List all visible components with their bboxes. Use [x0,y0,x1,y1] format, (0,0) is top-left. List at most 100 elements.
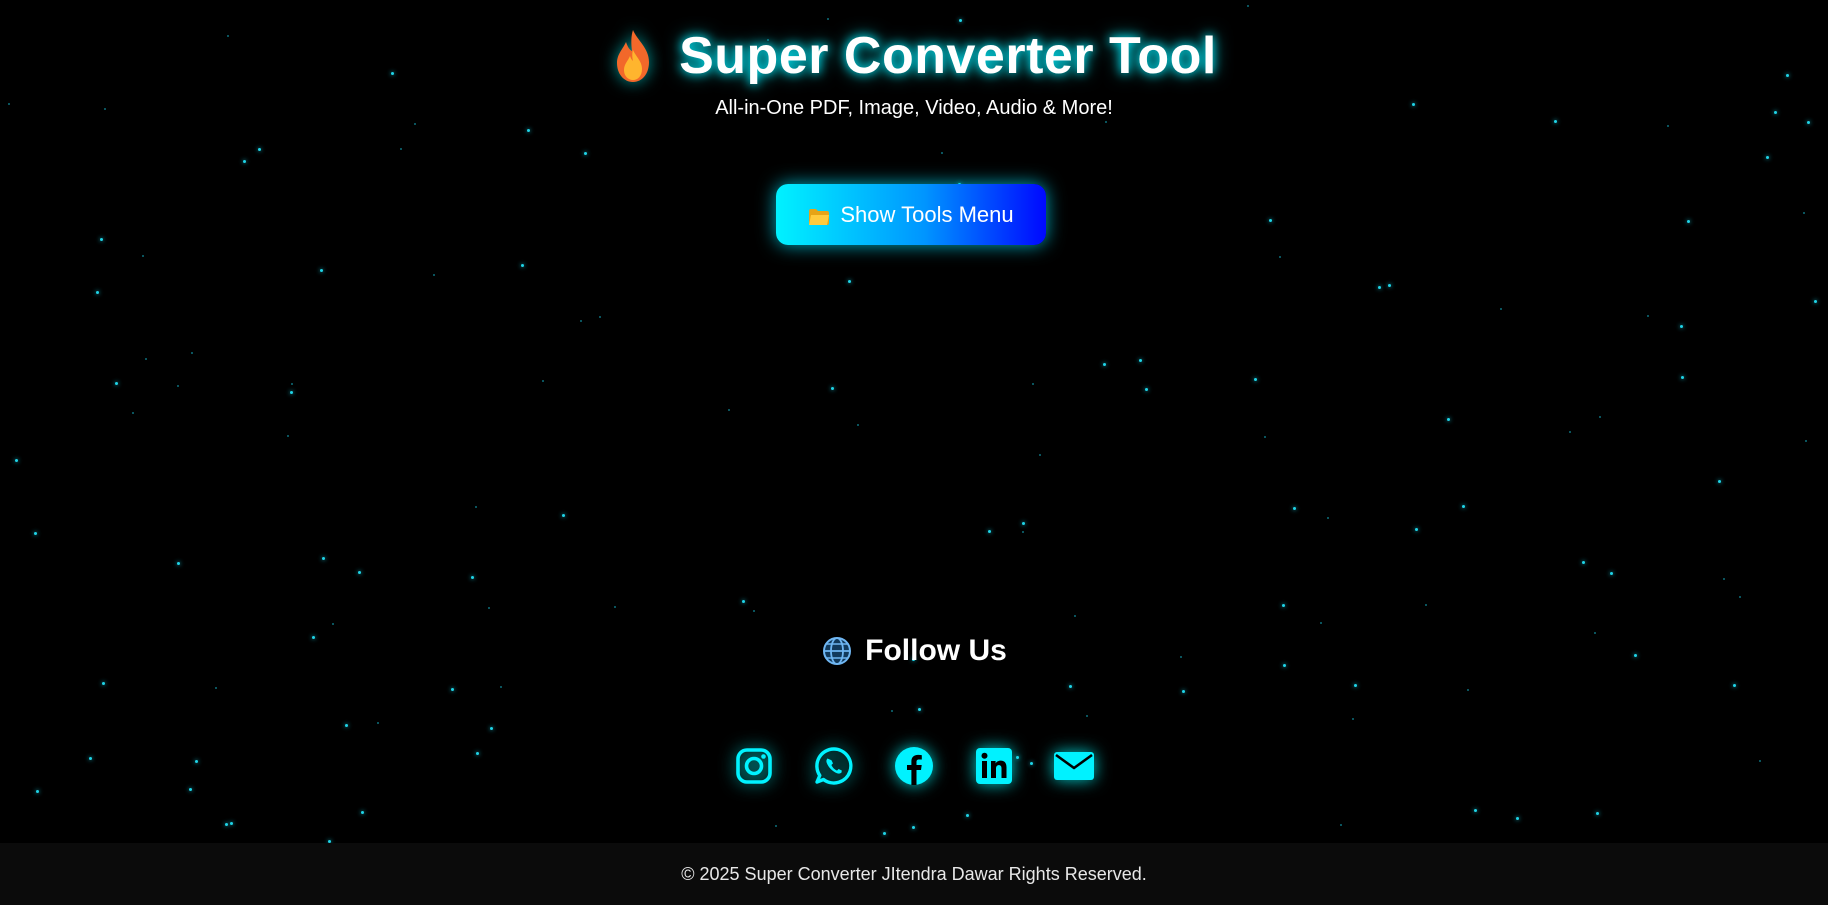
footer: © 2025 Super Converter JItendra Dawar Ri… [0,843,1828,905]
page-title: Super Converter Tool [679,27,1217,85]
instagram-icon[interactable] [733,745,775,787]
facebook-icon[interactable] [893,745,935,787]
star-dot [500,686,502,688]
star-dot [332,623,334,625]
title-row: Super Converter Tool [611,26,1217,86]
star-dot [1554,120,1557,123]
star-dot [988,530,991,533]
star-dot [966,814,969,817]
star-dot [1388,284,1391,287]
star-dot [1182,690,1185,693]
star-dot [742,600,745,603]
star-dot [189,788,192,791]
linkedin-icon[interactable] [973,745,1015,787]
star-dot [1425,604,1427,606]
show-tools-menu-label: Show Tools Menu [840,201,1014,227]
star-dot [775,825,777,827]
follow-us-heading: Follow Us [865,634,1007,667]
star-dot [358,571,361,574]
star-dot [345,724,348,727]
star-dot [102,682,105,685]
star-dot [1467,689,1469,691]
star-dot [1086,715,1088,717]
star-dot [230,822,233,825]
star-dot [941,152,943,154]
star-dot [1462,505,1465,508]
star-dot [490,727,493,730]
star-dot [1378,286,1381,289]
star-dot [1647,315,1649,317]
star-dot [132,412,134,414]
email-icon[interactable] [1053,745,1095,787]
follow-row: Follow Us [821,634,1007,668]
star-dot [225,823,228,826]
star-dot [1610,572,1613,575]
star-dot [912,826,915,829]
star-dot [145,358,147,360]
globe-icon [821,635,853,667]
page-subtitle: All-in-One PDF, Image, Video, Audio & Mo… [715,97,1113,119]
star-dot [96,291,99,294]
star-dot [191,352,193,354]
star-dot [1718,480,1721,483]
star-dot [1805,440,1807,442]
star-dot [1814,300,1817,303]
star-dot [1105,121,1107,123]
star-dot [1354,684,1357,687]
star-dot [1074,615,1076,617]
star-dot [291,383,293,385]
star-dot [1474,809,1477,812]
star-dot [1723,578,1725,580]
star-dot [542,380,544,382]
star-dot [614,606,616,608]
star-dot [36,790,39,793]
star-dot [1069,685,1072,688]
star-dot [1293,507,1296,510]
star-dot [1352,718,1354,720]
social-links [0,745,1828,787]
star-dot [580,320,582,322]
star-dot [1599,416,1601,418]
star-dot [1340,824,1342,826]
star-dot [1269,219,1272,222]
star-dot [1103,363,1106,366]
copyright-text: © 2025 Super Converter JItendra Dawar Ri… [681,863,1147,884]
star-dot [521,264,524,267]
star-dot [142,255,144,257]
star-dot [34,532,37,535]
star-dot [827,18,829,20]
star-dot [243,160,246,163]
star-dot [1320,622,1322,624]
star-dot [215,687,217,689]
header: Super Converter Tool All-in-One PDF, Ima… [0,26,1828,120]
star-dot [1500,308,1502,310]
star-dot [1415,528,1418,531]
star-dot [883,832,886,835]
star-dot [918,708,921,711]
whatsapp-icon[interactable] [813,745,855,787]
star-dot [1022,522,1025,525]
star-dot [451,688,454,691]
star-dot [1582,561,1585,564]
star-dot [258,148,261,151]
show-tools-menu-button[interactable]: Show Tools Menu [776,184,1046,245]
star-dot [290,391,293,394]
star-dot [287,435,289,437]
star-dot [377,722,379,724]
star-dot [1032,383,1034,385]
star-dot [15,459,18,462]
star-dot [1667,125,1669,127]
star-dot [1687,220,1690,223]
star-dot [1569,431,1571,433]
star-dot [728,409,730,411]
star-dot [433,274,435,276]
star-dot [400,148,402,150]
star-dot [320,269,323,272]
star-dot [1145,388,1148,391]
star-dot [527,129,530,132]
star-dot [414,123,416,125]
star-dot [1807,121,1810,124]
star-dot [488,607,490,609]
star-dot [857,424,859,426]
star-dot [1733,684,1736,687]
